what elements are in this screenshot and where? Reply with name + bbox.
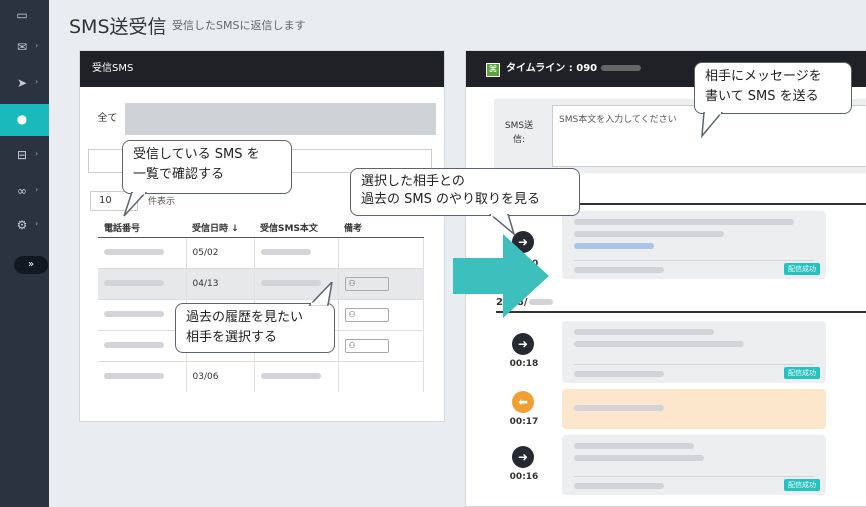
sidebar-item-inbox[interactable]: ⊟ ›: [0, 142, 49, 170]
date-cell: 04/13: [186, 267, 255, 299]
laptop-icon: ▭: [16, 8, 28, 22]
gear-icon: ⚙: [16, 218, 28, 232]
callout-tail: [701, 112, 723, 138]
sidebar-item-mail[interactable]: ✉ ›: [0, 34, 49, 62]
table-row[interactable]: 03/06: [98, 360, 424, 392]
col-notes[interactable]: 備考: [338, 219, 424, 238]
per-page-label: 件表示: [148, 197, 176, 207]
flow-arrow-icon: [453, 234, 549, 318]
tab-all[interactable]: 全て: [90, 103, 126, 135]
entry-time: 00:17: [509, 417, 539, 427]
table-row[interactable]: 05/02: [98, 236, 424, 268]
message-bubble: 配信成功: [562, 321, 826, 383]
chevron-right-icon: ›: [35, 41, 39, 50]
body-cell: [260, 248, 311, 255]
status-badge: 配信成功: [784, 479, 820, 491]
sidebar-item-sms[interactable]: ●: [0, 104, 49, 136]
outgoing-arrow-icon: ➜: [512, 446, 534, 468]
body-cell: [260, 372, 321, 379]
col-phone[interactable]: 電話番号: [98, 219, 186, 238]
collapse-icon: »: [14, 256, 48, 274]
page-subtitle: 受信したSMSに返信します: [172, 19, 306, 32]
table-row[interactable]: 04/13 ⚇: [98, 267, 424, 299]
send-icon: ➤: [16, 76, 28, 90]
page-title: SMS送受信: [69, 16, 167, 38]
phone-cell: [104, 341, 164, 348]
register-contact-button[interactable]: ⚇: [344, 338, 389, 353]
sidebar-item-devices[interactable]: ▭: [0, 2, 49, 30]
inbox-panel: 受信SMS 全て 10 ▼ 件表示 電話番号 受信日時 ↓ 受信SMS本文 備考…: [79, 50, 445, 422]
callout-history: 選択した相手との 過去の SMS のやり取りを見る: [350, 168, 580, 216]
message-bubble: 配信成功: [562, 435, 826, 495]
inbox-header: 受信SMS: [80, 51, 444, 87]
sidebar-item-send[interactable]: ➤ ›: [0, 70, 49, 98]
message-bubble: 配信成功: [562, 211, 826, 279]
date-cell: 05/02: [186, 236, 255, 268]
timeline-icon: ⌘: [486, 63, 500, 77]
sidebar-item-settings[interactable]: ⚙ ›: [0, 212, 49, 240]
chevron-right-icon: ›: [35, 185, 39, 194]
register-contact-button[interactable]: ⚇: [344, 276, 389, 291]
status-badge: 配信成功: [784, 367, 820, 379]
phone-number-redacted: [601, 65, 642, 71]
link-icon: ∞: [17, 184, 27, 198]
sidebar-collapse-button[interactable]: »: [0, 251, 49, 279]
sms-send-label: SMS送信:: [504, 121, 534, 145]
callout-tail: [308, 282, 333, 306]
chevron-right-icon: ›: [35, 219, 39, 228]
date-cell: 03/06: [186, 360, 255, 392]
entry-time: 00:18: [509, 359, 539, 369]
entry-time: 00:16: [509, 472, 539, 482]
col-received[interactable]: 受信日時 ↓: [186, 219, 254, 238]
callout-select: 過去の履歴を見たい 相手を選択する: [175, 303, 335, 353]
chevron-right-icon: ›: [35, 77, 39, 86]
incoming-arrow-icon: ⬅: [512, 391, 534, 413]
status-badge: 配信成功: [784, 263, 820, 275]
register-contact-button[interactable]: ⚇: [344, 307, 389, 322]
outgoing-arrow-icon: ➜: [512, 333, 534, 355]
inbox-icon: ⊟: [16, 148, 28, 162]
envelope-icon: ✉: [16, 40, 28, 54]
callout-send: 相手にメッセージを 書いて SMS を送る: [694, 62, 852, 114]
chevron-right-icon: ›: [35, 149, 39, 158]
message-bubble: [562, 389, 826, 429]
timeline-title: タイムライン : 090: [506, 63, 598, 74]
phone-cell: [104, 279, 164, 286]
tab-bar: 全て: [90, 103, 436, 135]
callout-tail: [123, 192, 148, 217]
phone-cell: [104, 310, 164, 317]
sidebar-item-links[interactable]: ∞ ›: [0, 178, 49, 206]
col-body[interactable]: 受信SMS本文: [254, 219, 338, 238]
phone-cell: [104, 372, 164, 379]
sidebar: ▭ ✉ › ➤ › ● ⊟ › ∞ › ⚙ › »: [0, 0, 49, 507]
chat-icon: ●: [16, 112, 28, 126]
callout-list: 受信している SMS を 一覧で確認する: [122, 140, 292, 194]
phone-cell: [104, 248, 164, 255]
callout-tail: [488, 214, 516, 236]
